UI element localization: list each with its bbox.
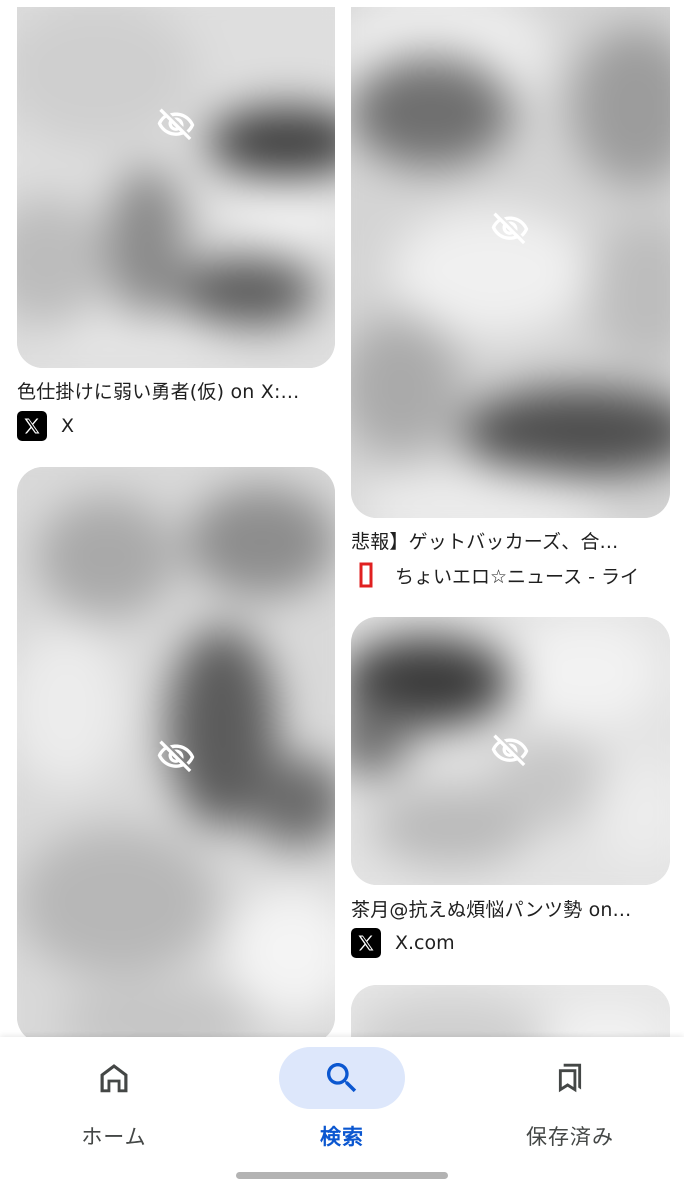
bookmarks-icon	[558, 1063, 582, 1093]
result-caption-2[interactable]: 悲報】ゲットバッカーズ、合...	[351, 527, 667, 554]
search-icon	[327, 1063, 357, 1093]
result-source-1[interactable]: X	[17, 411, 332, 441]
home-icon	[100, 1064, 128, 1093]
gesture-home-indicator[interactable]	[236, 1172, 448, 1179]
result-image-4[interactable]	[351, 617, 670, 885]
result-source-3[interactable]: X.com	[351, 928, 667, 958]
result-image-3[interactable]	[17, 467, 335, 1043]
nav-saved-icon-container	[507, 1047, 633, 1109]
image-search-results: 色仕掛けに弱い勇者(仮) on X:... X 悲報】ゲットバッカーズ、合...…	[0, 0, 684, 1200]
nav-home-label: ホーム	[81, 1125, 147, 1149]
chyoi-ero-news-icon	[351, 560, 381, 590]
result-image-1[interactable]	[17, 7, 335, 368]
nav-search-icon-container	[279, 1047, 405, 1109]
x-logo-icon	[351, 928, 381, 958]
eye-off-icon	[157, 740, 195, 773]
result-caption-3[interactable]: 茶月@抗えぬ煩悩パンツ勢 on...	[351, 895, 667, 922]
nav-saved-label: 保存済み	[526, 1125, 614, 1149]
source-name: X.com	[395, 932, 455, 954]
nav-home-icon-container	[51, 1047, 177, 1109]
nav-home[interactable]: ホーム	[0, 1037, 228, 1177]
eye-off-icon	[491, 734, 529, 767]
result-caption-1[interactable]: 色仕掛けに弱い勇者(仮) on X:...	[17, 377, 332, 404]
result-image-2[interactable]	[351, 7, 670, 518]
source-name: ちょいエロ☆ニュース - ライ	[395, 565, 640, 588]
eye-off-icon	[491, 212, 529, 245]
nav-search[interactable]: 検索	[228, 1037, 456, 1177]
nav-saved[interactable]: 保存済み	[456, 1037, 684, 1177]
x-logo-icon	[17, 411, 47, 441]
eye-off-icon	[157, 108, 195, 141]
source-name: X	[61, 415, 75, 437]
result-source-2[interactable]: ちょいエロ☆ニュース - ライ	[351, 560, 684, 590]
nav-search-label: 検索	[320, 1125, 364, 1149]
